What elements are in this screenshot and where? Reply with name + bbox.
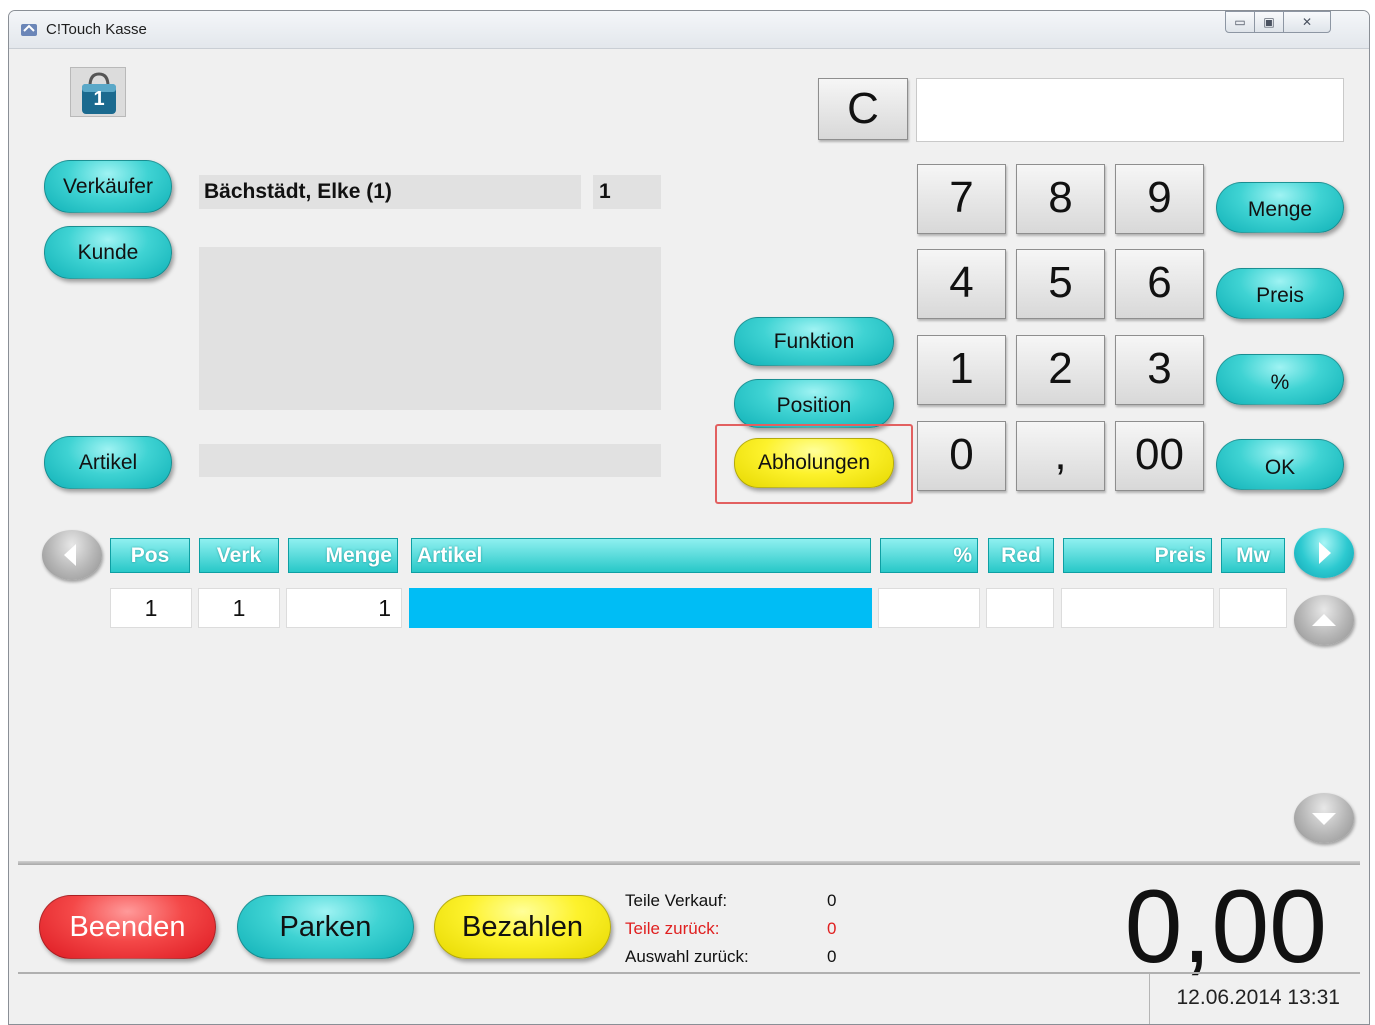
cell-percent[interactable] — [878, 588, 980, 628]
key-2[interactable]: 2 — [1016, 335, 1105, 405]
percent-button[interactable]: % — [1216, 354, 1344, 405]
cell-preis[interactable] — [1061, 588, 1214, 628]
stat-teile-zurueck-label: Teile zurück: — [625, 919, 720, 938]
app-icon — [21, 24, 37, 36]
basket-badge: 1 — [93, 88, 105, 110]
cell-verk[interactable]: 1 — [198, 588, 280, 628]
funktion-button[interactable]: Funktion — [734, 317, 894, 366]
scroll-down-button[interactable] — [1294, 793, 1354, 843]
stat-teile-verkauf-label: Teile Verkauf: — [625, 891, 728, 910]
artikel-button[interactable]: Artikel — [44, 436, 172, 489]
prev-button[interactable] — [42, 530, 102, 580]
cell-red[interactable] — [986, 588, 1054, 628]
key-0[interactable]: 0 — [917, 421, 1006, 491]
total-amount: 0,00 — [1124, 869, 1327, 985]
close-button[interactable]: ✕ — [1283, 11, 1331, 33]
scroll-up-button[interactable] — [1294, 595, 1354, 645]
key-9[interactable]: 9 — [1115, 164, 1204, 234]
main-content: 1 C Verkäufer Kunde Artikel Bächstädt, E… — [18, 49, 1360, 1024]
seller-number: 1 — [599, 180, 611, 203]
beenden-button[interactable]: Beenden — [39, 895, 216, 959]
app-window: C!Touch Kasse ▭ ▣ ✕ 1 C Verkäufer Kunde … — [8, 10, 1370, 1025]
key-6[interactable]: 6 — [1115, 249, 1204, 319]
cell-mw[interactable] — [1219, 588, 1287, 628]
arrow-down-icon — [1312, 813, 1336, 825]
stat-teile-verkauf-value: 0 — [827, 891, 837, 910]
title-bar: C!Touch Kasse ▭ ▣ ✕ — [9, 11, 1369, 49]
stat-auswahl-zurueck-value: 0 — [827, 947, 837, 966]
col-header-menge[interactable]: Menge — [288, 538, 398, 573]
key-comma[interactable]: , — [1016, 421, 1105, 491]
stat-auswahl-zurueck-label: Auswahl zurück: — [625, 947, 749, 966]
arrow-right-icon — [1319, 542, 1331, 564]
next-button[interactable] — [1294, 528, 1354, 578]
clear-button[interactable]: C — [818, 78, 908, 140]
key-5[interactable]: 5 — [1016, 249, 1105, 319]
verkaeufer-button[interactable]: Verkäufer — [44, 160, 172, 213]
col-header-red[interactable]: Red — [988, 538, 1054, 573]
preis-button[interactable]: Preis — [1216, 268, 1344, 319]
cell-artikel[interactable] — [409, 588, 872, 628]
arrow-left-icon — [64, 544, 76, 566]
key-00[interactable]: 00 — [1115, 421, 1204, 491]
kunde-button[interactable]: Kunde — [44, 226, 172, 279]
bezahlen-button[interactable]: Bezahlen — [434, 895, 611, 959]
status-datetime: 12.06.2014 13:31 — [1149, 974, 1360, 1024]
abholungen-button[interactable]: Abholungen — [734, 438, 894, 488]
ok-button[interactable]: OK — [1216, 439, 1344, 490]
col-header-artikel[interactable]: Artikel — [411, 538, 871, 573]
input-display — [916, 78, 1344, 142]
article-info-field — [199, 444, 661, 477]
customer-info-panel — [199, 247, 661, 410]
bottom-divider — [18, 861, 1360, 865]
col-header-mw[interactable]: Mw — [1221, 538, 1285, 573]
col-header-verk[interactable]: Verk — [199, 538, 279, 573]
minimize-button[interactable]: ▭ — [1225, 11, 1255, 33]
seller-name: Bächstädt, Elke (1) — [204, 180, 392, 203]
key-4[interactable]: 4 — [917, 249, 1006, 319]
key-1[interactable]: 1 — [917, 335, 1006, 405]
col-header-pos[interactable]: Pos — [110, 538, 190, 573]
cell-pos[interactable]: 1 — [110, 588, 192, 628]
maximize-button[interactable]: ▣ — [1254, 11, 1284, 33]
col-header-preis[interactable]: Preis — [1063, 538, 1212, 573]
col-header-percent[interactable]: % — [880, 538, 978, 573]
arrow-up-icon — [1312, 614, 1336, 626]
key-8[interactable]: 8 — [1016, 164, 1105, 234]
key-3[interactable]: 3 — [1115, 335, 1204, 405]
basket-button[interactable]: 1 — [70, 67, 126, 117]
position-button[interactable]: Position — [734, 379, 894, 428]
stat-teile-zurueck-value: 0 — [827, 919, 837, 938]
cell-menge[interactable]: 1 — [286, 588, 402, 628]
seller-number-field: 1 — [593, 175, 661, 209]
seller-name-field: Bächstädt, Elke (1) — [199, 175, 581, 209]
window-title: C!Touch Kasse — [46, 21, 147, 38]
parken-button[interactable]: Parken — [237, 895, 414, 959]
key-7[interactable]: 7 — [917, 164, 1006, 234]
menge-button[interactable]: Menge — [1216, 182, 1344, 233]
